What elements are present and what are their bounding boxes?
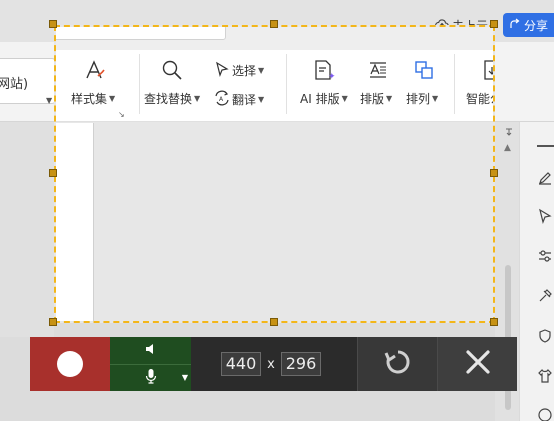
- screen-recorder-toolbar: ▼ 440 x 296: [30, 337, 517, 391]
- select-cursor-icon: [214, 61, 230, 80]
- pointer-icon[interactable]: [535, 206, 554, 226]
- captured-title-strip: [56, 27, 493, 50]
- microphone-toggle[interactable]: ▼: [110, 365, 191, 392]
- collapse-panel-icon[interactable]: [537, 145, 554, 147]
- left-margin-area: [0, 122, 54, 337]
- shirt-icon[interactable]: [535, 366, 554, 386]
- shield-icon[interactable]: [535, 326, 554, 346]
- share-icon: [509, 18, 521, 33]
- style-set-label: 样式集: [71, 92, 108, 106]
- microphone-icon: [144, 368, 158, 388]
- resize-handle-bottom-right[interactable]: [490, 318, 498, 326]
- translate-button[interactable]: A 翻译 ▼: [214, 90, 264, 109]
- rotate-reset-icon: [383, 347, 413, 381]
- chevron-down-icon: ▼: [341, 94, 348, 103]
- chevron-down-icon: ▼: [386, 94, 393, 103]
- translate-label: 翻译: [232, 93, 257, 107]
- search-icon: [159, 57, 185, 83]
- tools-icon[interactable]: [535, 286, 554, 306]
- width-input[interactable]: 440: [221, 352, 261, 376]
- microphone-dropdown-caret-icon[interactable]: ▼: [182, 373, 188, 382]
- arrange-label: 排列: [406, 92, 431, 106]
- layout-icon: [365, 57, 391, 83]
- ai-layout-button[interactable]: AI 排版 ▼: [300, 90, 348, 107]
- share-label: 分享: [524, 18, 549, 33]
- captured-page-edge: [56, 123, 94, 321]
- layout-button[interactable]: 排版 ▼: [360, 90, 392, 107]
- pen-icon[interactable]: [535, 168, 554, 188]
- ai-layout-label: AI 排版: [300, 92, 340, 106]
- share-button[interactable]: 分享: [503, 13, 554, 37]
- resize-handle-left[interactable]: [49, 169, 57, 177]
- style-set-icon: [82, 57, 108, 83]
- dialog-launcher-icon[interactable]: ↘: [118, 110, 125, 119]
- font-dropdown-caret-icon[interactable]: ▼: [46, 96, 52, 105]
- group-divider: [139, 54, 140, 114]
- font-name-value: 网站): [0, 77, 29, 92]
- find-replace-button[interactable]: 查找替换 ▼: [144, 90, 200, 107]
- reset-region-button[interactable]: [357, 337, 437, 391]
- chevron-down-icon: ▼: [109, 94, 116, 103]
- group-divider: [454, 54, 455, 114]
- smart-document-icon: [479, 57, 493, 83]
- record-button[interactable]: [30, 337, 110, 391]
- smart-document-label: 智能公文: [466, 92, 493, 106]
- close-button[interactable]: [437, 337, 517, 391]
- smart-document-button[interactable]: 智能公文: [466, 90, 493, 107]
- dimension-separator: x: [267, 356, 275, 372]
- resize-handle-right[interactable]: [490, 169, 498, 177]
- layout-label: 排版: [360, 92, 385, 106]
- find-replace-label: 查找替换: [144, 92, 193, 106]
- capture-region[interactable]: 样式集 ▼ ↘ 查找替换 ▼ 选择 ▼ A 翻译 ▼ ✦ AI 排版 ▼ 排版 …: [54, 25, 495, 323]
- captured-ribbon: 样式集 ▼ ↘ 查找替换 ▼ 选择 ▼ A 翻译 ▼ ✦ AI 排版 ▼ 排版 …: [56, 50, 493, 122]
- scroll-up-arrow-icon[interactable]: ▲: [504, 143, 511, 153]
- resize-handle-top-right[interactable]: [490, 20, 498, 28]
- select-label: 选择: [232, 64, 257, 78]
- arrange-button[interactable]: 排列 ▼: [406, 90, 438, 107]
- chevron-down-icon: ▼: [258, 66, 265, 75]
- region-size-panel: 440 x 296: [191, 337, 357, 391]
- speaker-icon: [144, 341, 158, 360]
- style-set-button[interactable]: 样式集 ▼: [71, 90, 115, 107]
- height-input[interactable]: 296: [281, 352, 321, 376]
- select-button[interactable]: 选择 ▼: [214, 61, 264, 80]
- audio-panel: ▼: [110, 337, 191, 391]
- resize-handle-bottom[interactable]: [270, 318, 278, 326]
- translate-icon: A: [214, 90, 230, 109]
- close-x-icon: [465, 349, 491, 379]
- chevron-down-icon: ▼: [258, 95, 265, 104]
- group-divider: [286, 54, 287, 114]
- resize-handle-top[interactable]: [270, 20, 278, 28]
- chevron-down-icon: ▼: [194, 94, 201, 103]
- resize-handle-bottom-left[interactable]: [49, 318, 57, 326]
- help-icon[interactable]: [535, 405, 554, 421]
- split-view-icon[interactable]: [504, 127, 514, 137]
- adjust-sliders-icon[interactable]: [535, 246, 554, 266]
- ai-sparkle-icon: ✦: [328, 72, 336, 82]
- svg-text:A: A: [219, 96, 224, 103]
- resize-handle-top-left[interactable]: [49, 20, 57, 28]
- captured-search-box: [56, 27, 226, 40]
- record-dot-icon: [57, 351, 83, 377]
- arrange-icon: [411, 57, 437, 83]
- chevron-down-icon: ▼: [432, 94, 439, 103]
- system-audio-toggle[interactable]: [110, 337, 191, 365]
